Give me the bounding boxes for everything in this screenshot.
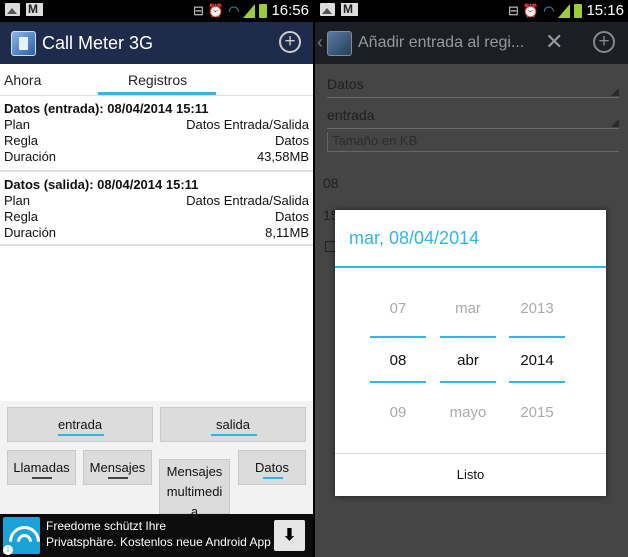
status-bar: ⊟ ⏰ ◠ 15:16 [315,0,628,22]
row-value: Datos [275,133,309,148]
row-label: Regla [4,209,38,224]
list-item[interactable]: Datos (entrada): 08/04/2014 15:11 Plan Da… [0,100,313,172]
left-screen: ⊟ ⏰ ◠ 16:56 Call Meter 3G + Ahora Regist… [0,0,313,557]
row-value: 43,58MB [256,149,309,164]
done-button[interactable]: Listo [335,454,606,496]
direction-spinner[interactable]: entrada [327,103,619,129]
inactive-indicator [108,477,128,479]
active-indicator [263,477,283,479]
close-icon[interactable]: ✕ [545,29,563,55]
inactive-indicator [32,477,52,479]
month-next[interactable]: mayo [440,404,496,421]
salida-button[interactable]: salida [160,407,306,442]
signal-icon [243,3,256,18]
entrada-button[interactable]: entrada [7,407,153,442]
vibrate-icon: ⊟ [508,2,519,18]
selection-line [509,381,565,383]
info-icon[interactable]: i [3,545,13,555]
action-bar: Call Meter 3G + [0,22,313,64]
action-bar: ‹ Añadir entrada al regi... ✕ + [315,22,628,64]
back-chevron-icon[interactable]: ‹ [317,32,323,53]
salida-label: salida [216,417,250,432]
gmail-notification-icon [341,2,358,16]
app-title: Call Meter 3G [42,33,154,53]
vibrate-icon: ⊟ [193,2,204,18]
llamadas-label: Llamadas [13,460,70,475]
records-list: Datos (entrada): 08/04/2014 15:11 Plan Da… [0,96,313,401]
row-label: Plan [4,117,31,132]
app-icon[interactable] [11,31,36,56]
selection-line [509,336,565,338]
type-spinner[interactable]: Datos [327,72,619,98]
app-icon[interactable] [327,31,352,56]
row-label: Plan [4,193,31,208]
selection-line [370,381,426,383]
year-current[interactable]: 2014 [509,352,565,369]
dialog-title-divider [335,266,606,268]
gmail-notification-icon [26,2,43,16]
ad-text-line2: Privatsphäre. Kostenlos neue Android App [46,535,271,549]
active-indicator [211,434,257,436]
datos-button[interactable]: Datos [238,450,306,485]
mms-label-2: multimedi [166,484,223,499]
row-label: Duración [4,149,57,164]
right-screen: ⊟ ⏰ ◠ 15:16 ‹ Añadir entrada al regi... … [315,0,628,557]
wifi-icon: ◠ [543,2,555,18]
date-field[interactable]: 08 [323,175,339,191]
status-time: 15:16 [586,2,624,19]
mms-button[interactable]: Mensajes multimedi a [159,459,230,519]
ad-text-line1: Freedome schützt Ihre [46,519,167,533]
entry-title: Datos (entrada): 08/04/2014 15:11 [4,101,209,116]
entry-title: Datos (salida): 08/04/2014 15:11 [4,177,199,192]
alarm-icon: ⏰ [522,2,540,18]
month-prev[interactable]: mar [440,300,496,317]
download-icon[interactable]: ⬇ [274,520,305,551]
tab-registros[interactable]: Registros [128,72,187,88]
filter-buttons: entrada salida Llamadas Mensajes Mensaje… [0,401,313,519]
active-indicator [58,434,104,436]
battery-icon [574,3,583,18]
selection-line [370,336,426,338]
year-prev[interactable]: 2013 [509,300,565,317]
entry-form: Datos entrada Tamaño en KB 08 15 mar, 08… [315,64,628,557]
row-value: Datos Entrada/Salida [186,117,309,132]
tab-indicator [98,92,216,95]
status-time: 16:56 [271,2,309,19]
size-input[interactable]: Tamaño en KB [327,132,619,152]
day-next[interactable]: 09 [370,404,426,421]
date-picker-dialog: mar, 08/04/2014 07 08 09 mar abr mayo 20… [335,210,606,496]
mensajes-label: Mensajes [89,460,146,475]
list-item[interactable]: Datos (salida): 08/04/2014 15:11 Plan Dat… [0,176,313,246]
entrada-label: entrada [57,417,103,432]
tab-ahora[interactable]: Ahora [4,72,41,88]
year-next[interactable]: 2015 [509,404,565,421]
llamadas-button[interactable]: Llamadas [7,450,76,485]
wifi-icon: ◠ [228,2,240,18]
tab-bar: Ahora Registros [0,64,313,96]
add-icon[interactable]: + [279,31,301,53]
datos-label: Datos [255,460,289,475]
row-value: Datos Entrada/Salida [186,193,309,208]
dialog-title: mar, 08/04/2014 [349,228,480,248]
image-notification-icon [5,3,20,16]
row-label: Regla [4,133,38,148]
add-icon[interactable]: + [593,31,615,53]
signal-icon [558,3,571,18]
row-label: Duración [4,225,57,240]
mms-label-1: Mensajes [166,464,223,479]
row-value: Datos [275,209,309,224]
row-value: 8,11MB [265,225,309,240]
ad-banner[interactable]: Freedome schützt Ihre Privatsphäre. Kost… [0,514,313,557]
alarm-icon: ⏰ [207,2,225,18]
selection-line [440,336,496,338]
selection-line [440,381,496,383]
status-bar: ⊟ ⏰ ◠ 16:56 [0,0,313,22]
battery-icon [259,3,268,18]
day-prev[interactable]: 07 [370,300,426,317]
image-notification-icon [320,3,335,16]
mensajes-button[interactable]: Mensajes [83,450,152,485]
month-current[interactable]: abr [440,352,496,369]
day-current[interactable]: 08 [370,352,426,369]
screen-title: Añadir entrada al regi... [358,34,525,51]
